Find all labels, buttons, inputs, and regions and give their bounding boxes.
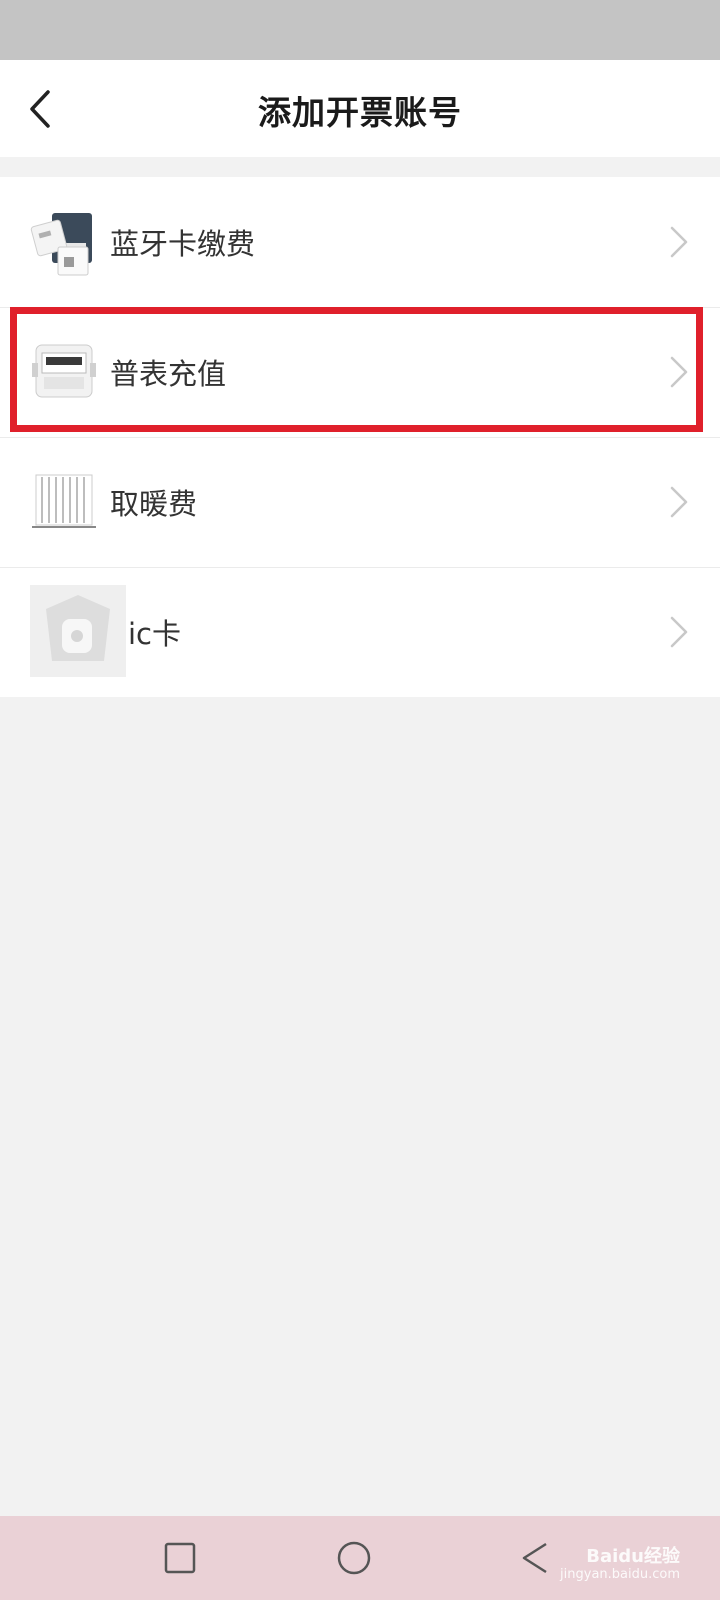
item-label: 普表充值 (110, 357, 227, 391)
circle-icon (337, 1541, 371, 1575)
item-label: ic卡 (128, 617, 182, 651)
navigation-bar: Baidu经验 jingyan.baidu.com (0, 1516, 720, 1600)
account-type-list: 蓝牙卡缴费 普表充值 取暖费 ic卡 (0, 177, 720, 697)
square-icon (164, 1542, 196, 1574)
item-label: 蓝牙卡缴费 (110, 227, 256, 261)
back-nav-button[interactable] (516, 1538, 556, 1578)
radiator-icon (30, 467, 98, 537)
divider (0, 157, 720, 177)
watermark-url: jingyan.baidu.com (560, 1567, 680, 1582)
header: 添加开票账号 (0, 60, 720, 157)
chevron-right-icon (670, 356, 688, 388)
page-title: 添加开票账号 (258, 93, 462, 132)
chevron-right-icon (670, 486, 688, 518)
recent-apps-button[interactable] (160, 1538, 200, 1578)
gas-meter-icon (30, 337, 98, 407)
chevron-right-icon (670, 226, 688, 258)
watermark: Baidu经验 jingyan.baidu.com (560, 1548, 680, 1584)
home-button[interactable] (334, 1538, 374, 1578)
watermark-brand: Baidu经验 (586, 1546, 680, 1567)
list-item-ic-card[interactable]: ic卡 (0, 567, 720, 697)
triangle-back-icon (522, 1542, 547, 1574)
bluetooth-card-reader-icon (30, 207, 98, 277)
status-bar (0, 0, 720, 60)
item-label: 取暖费 (110, 487, 198, 521)
list-item-bluetooth-card[interactable]: 蓝牙卡缴费 (0, 177, 720, 307)
chevron-right-icon (670, 616, 688, 648)
ic-card-icon (30, 585, 126, 677)
list-item-meter-recharge[interactable]: 普表充值 (0, 307, 720, 437)
list-item-heating-fee[interactable]: 取暖费 (0, 437, 720, 567)
